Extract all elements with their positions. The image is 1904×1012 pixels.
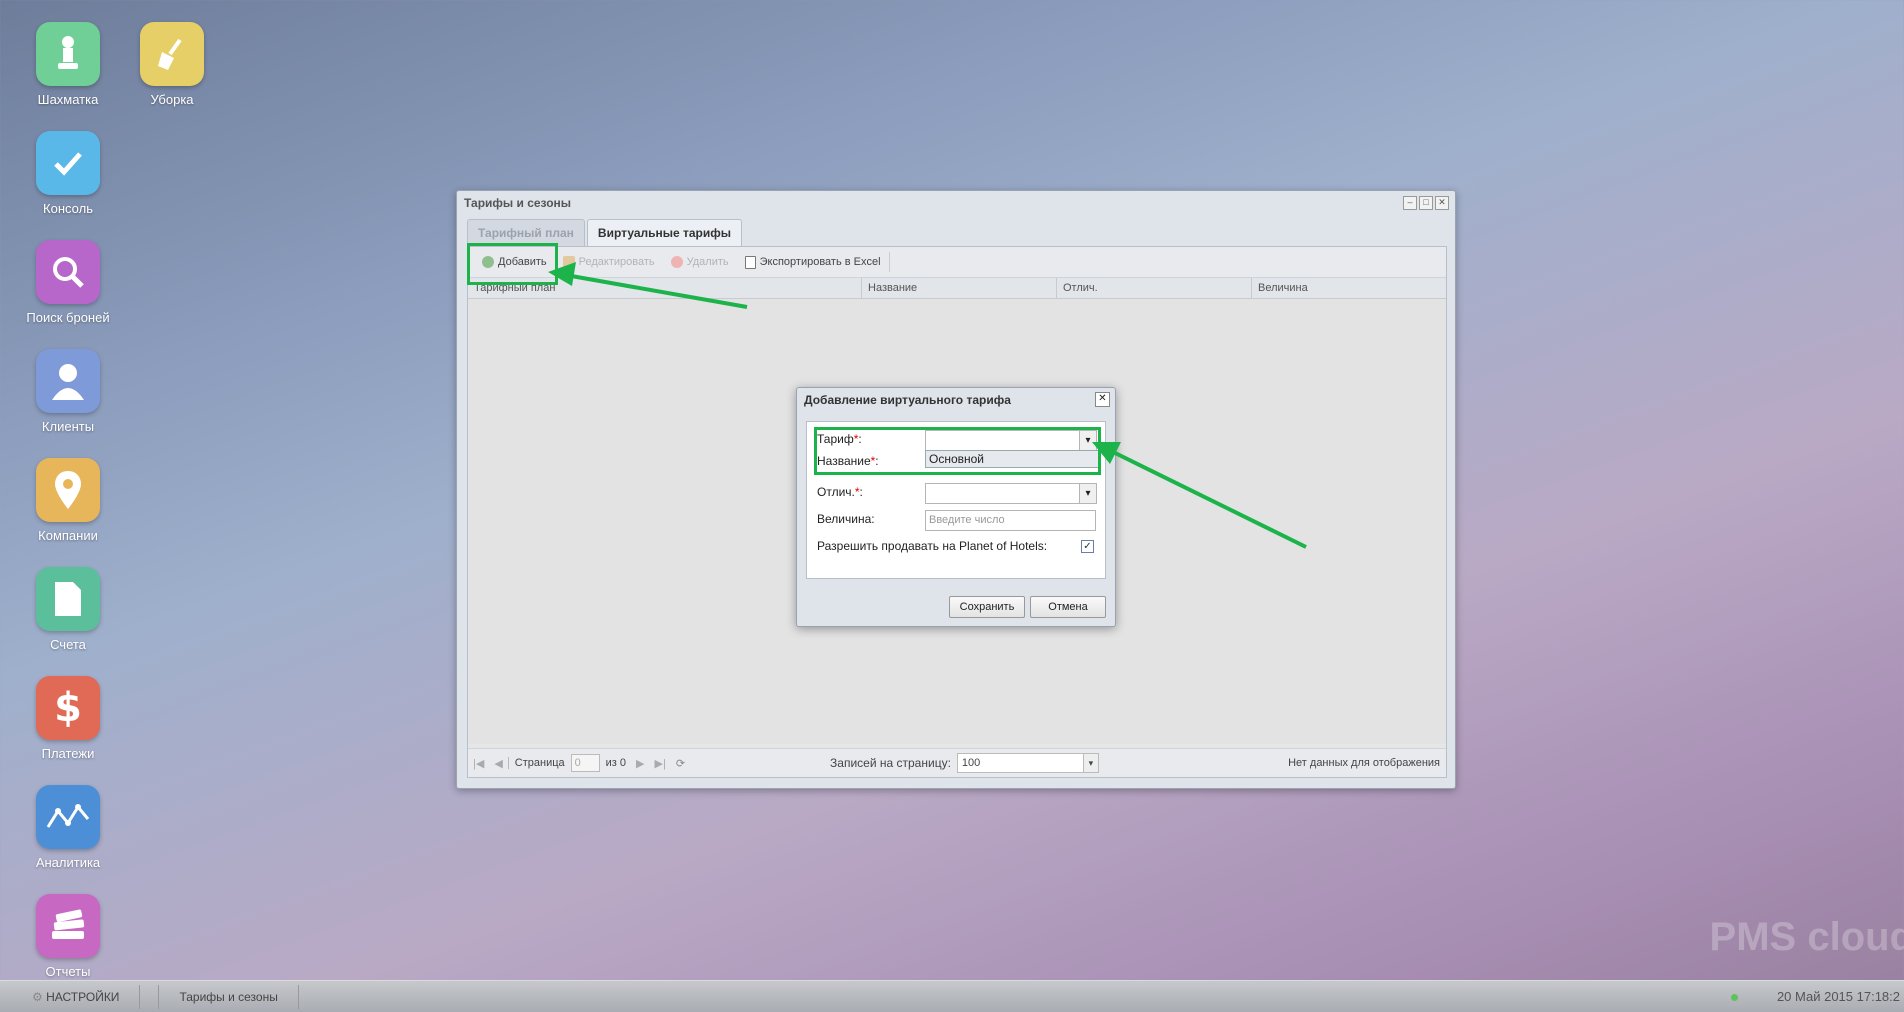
status-indicator	[1731, 994, 1738, 1001]
pager: |◀ ◀ Страница 0 из 0 ▶ ▶| ⟳ Записей на с…	[468, 748, 1446, 777]
clock: 20 Май 2015 17:18:2	[1776, 989, 1900, 1004]
diff-select[interactable]: ▾	[925, 483, 1097, 504]
user-icon	[36, 349, 100, 413]
edit-button[interactable]: Редактировать	[555, 250, 663, 274]
export-button-label: Экспортировать в Excel	[759, 256, 881, 268]
grid-header: Тарифный план Название Отлич. Величина	[468, 278, 1446, 299]
cancel-button[interactable]: Отмена	[1030, 596, 1106, 618]
desktop-icon-otchety[interactable]: Отчеты	[8, 894, 128, 979]
checkmark-icon	[36, 131, 100, 195]
tab-virtual-tariffs[interactable]: Виртуальные тарифы	[586, 219, 743, 246]
excel-icon	[744, 255, 756, 269]
required-mark: *	[854, 485, 860, 499]
refresh-icon[interactable]: ⟳	[676, 757, 685, 770]
desktop-icon-scheta[interactable]: Счета	[8, 567, 128, 652]
map-pin-icon	[36, 458, 100, 522]
desktop-icon-label: Отчеты	[45, 964, 91, 979]
desktop-icon-platezhi[interactable]: $ Платежи	[8, 676, 128, 761]
taskbar-item-tariffs[interactable]: Тарифы и сезоны	[158, 984, 299, 1009]
chevron-down-icon[interactable]: ▾	[1082, 754, 1098, 772]
column-amount[interactable]: Величина	[1252, 278, 1438, 298]
highlight-add-button	[467, 243, 558, 285]
books-icon	[36, 894, 100, 958]
desktop-icon-poisk-broney[interactable]: Поиск броней	[8, 240, 128, 325]
export-excel-button[interactable]: Экспортировать в Excel	[737, 250, 889, 274]
minimize-icon[interactable]: –	[1403, 196, 1417, 210]
column-name[interactable]: Название	[862, 278, 1057, 298]
broom-icon	[140, 22, 204, 86]
desktop-icon-label: Шахматка	[37, 92, 99, 107]
per-page-label: Записей на страницу:	[830, 756, 951, 770]
add-virtual-tariff-dialog: Добавление виртуального тарифа ✕ Тариф*:…	[796, 387, 1116, 627]
settings-button[interactable]: ⚙ НАСТРОЙКИ	[0, 984, 141, 1009]
dollar-icon: $	[36, 676, 100, 740]
desktop-icon-label: Уборка	[150, 92, 194, 107]
highlight-tariff-select	[814, 427, 1101, 475]
last-page-icon[interactable]: ▶|	[655, 757, 666, 770]
close-icon[interactable]: ✕	[1435, 196, 1449, 210]
empty-message: Нет данных для отображения	[1288, 757, 1440, 769]
allow-sell-checkbox[interactable]: ✓	[1081, 540, 1094, 553]
delete-button-label: Удалить	[686, 256, 729, 268]
chevron-down-icon[interactable]: ▾	[1079, 484, 1096, 503]
desktop-icon-kompanii[interactable]: Компании	[8, 458, 128, 543]
diff-label: Отлич.*:	[817, 485, 863, 499]
per-page-select[interactable]: 100 ▾	[956, 753, 1099, 773]
per-page-value: 100	[961, 757, 981, 769]
desktop-icon-label: Платежи	[41, 746, 95, 761]
tab-bar: Тарифный план Виртуальные тарифы	[467, 219, 743, 246]
delete-button[interactable]: Удалить	[663, 250, 737, 274]
pms-cloud-logo: PMS cloud	[1709, 915, 1904, 959]
window-title: Тарифы и сезоны	[464, 196, 572, 210]
desktop-icon-analitika[interactable]: Аналитика	[8, 785, 128, 870]
delete-icon	[670, 256, 683, 268]
edit-button-label: Редактировать	[578, 256, 655, 268]
window-controls: – □ ✕	[1403, 196, 1449, 210]
desktop-icon-shakhmatka[interactable]: Шахматка	[8, 22, 128, 107]
document-icon	[36, 567, 100, 631]
desktop-icon-label: Компании	[38, 528, 98, 543]
desktop-icon-label: Счета	[50, 637, 86, 652]
desktop-icon-uborka[interactable]: Уборка	[112, 22, 232, 107]
prev-page-icon[interactable]: ◀	[494, 757, 502, 770]
dialog-title: Добавление виртуального тарифа	[804, 393, 1011, 407]
desktop-icon-label: Консоль	[43, 201, 93, 216]
settings-label: НАСТРОЙКИ	[46, 989, 120, 1004]
pencil-icon	[562, 256, 575, 268]
magnifier-icon	[36, 240, 100, 304]
amount-label: Величина:	[817, 512, 875, 526]
desktop-icon-label: Клиенты	[41, 419, 95, 434]
taskbar: ⚙ НАСТРОЙКИ Тарифы и сезоны 20 Май 2015 …	[0, 980, 1904, 1012]
first-page-icon[interactable]: |◀	[473, 757, 484, 770]
page-number-input[interactable]: 0	[570, 754, 600, 772]
desktop-icon-label: Аналитика	[35, 855, 101, 870]
desktop-icon-konsol[interactable]: Консоль	[8, 131, 128, 216]
column-diff[interactable]: Отлич.	[1057, 278, 1252, 298]
amount-input[interactable]: Введите число	[925, 510, 1096, 531]
toolbar-divider	[888, 252, 890, 272]
chart-line-icon	[36, 785, 100, 849]
page-count-label: из 0	[605, 757, 627, 769]
page-label: Страница	[507, 757, 565, 769]
toolbar: Добавить Редактировать Удалить Экспортир…	[468, 247, 1446, 278]
chess-icon	[36, 22, 100, 86]
desktop-icon-label: Поиск броней	[26, 310, 110, 325]
tab-tariff-plan[interactable]: Тарифный план	[467, 219, 585, 246]
close-icon[interactable]: ✕	[1095, 392, 1110, 407]
diff-label-text: Отлич.	[817, 485, 855, 499]
gear-icon: ⚙	[32, 989, 43, 1004]
maximize-icon[interactable]: □	[1419, 196, 1433, 210]
save-button[interactable]: Сохранить	[949, 596, 1025, 618]
next-page-icon[interactable]: ▶	[636, 757, 644, 770]
desktop-icon-klienty[interactable]: Клиенты	[8, 349, 128, 434]
allow-sell-label: Разрешить продавать на Planet of Hotels:	[817, 539, 1048, 553]
